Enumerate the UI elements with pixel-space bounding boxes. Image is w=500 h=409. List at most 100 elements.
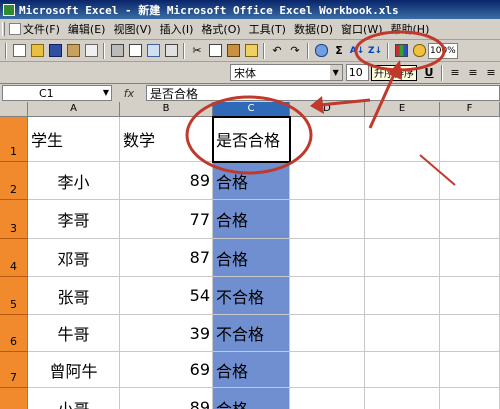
spreadsheet-grid[interactable]: A B C D E F 1 学生 数学 是否合格 2 李小 89 合格 3 李哥 77 合格 4 邓哥 87 合格 5 张哥 5… xyxy=(0,102,500,409)
cell-b5[interactable]: 54 xyxy=(120,277,213,315)
cell-a2[interactable]: 李小 xyxy=(28,162,120,200)
row-header-7[interactable]: 7 xyxy=(0,352,28,388)
menu-help[interactable]: 帮助(H) xyxy=(391,21,430,37)
cell-b4[interactable]: 87 xyxy=(120,239,213,277)
autosum-icon[interactable]: Σ xyxy=(331,43,347,59)
chart-wizard-icon[interactable] xyxy=(393,43,409,59)
sort-ascending-icon[interactable]: A↓ xyxy=(349,43,365,59)
cell-c8[interactable]: 合格 xyxy=(213,388,290,409)
email-icon[interactable] xyxy=(83,43,99,59)
align-center-icon[interactable]: ≡ xyxy=(465,65,481,81)
print-preview-icon[interactable] xyxy=(127,43,143,59)
menu-window[interactable]: 窗口(W) xyxy=(341,21,382,37)
cell-b8[interactable]: 89 xyxy=(120,388,213,409)
cell-f3[interactable] xyxy=(440,200,500,239)
row-header-3[interactable]: 3 xyxy=(0,200,28,239)
cell-d3[interactable] xyxy=(290,200,365,239)
cell-e2[interactable] xyxy=(365,162,440,200)
format-painter-icon[interactable] xyxy=(243,43,259,59)
cell-c1[interactable]: 是否合格 xyxy=(213,117,290,162)
row-header-8[interactable]: 8 xyxy=(0,388,28,409)
column-header-f[interactable]: F xyxy=(440,102,500,117)
row-header-6[interactable]: 6 xyxy=(0,315,28,352)
cell-b7[interactable]: 69 xyxy=(120,352,213,388)
cell-f1[interactable] xyxy=(440,117,500,162)
column-header-d[interactable]: D xyxy=(290,102,365,117)
zoom-box[interactable]: 100% xyxy=(428,42,458,59)
cell-c4[interactable]: 合格 xyxy=(213,239,290,277)
align-left-icon[interactable]: ≡ xyxy=(447,65,463,81)
copy-icon[interactable] xyxy=(207,43,223,59)
cell-d6[interactable] xyxy=(290,315,365,352)
paste-icon[interactable] xyxy=(225,43,241,59)
formula-input[interactable]: 是否合格 xyxy=(146,85,500,101)
cell-d4[interactable] xyxy=(290,239,365,277)
cell-b3[interactable]: 77 xyxy=(120,200,213,239)
menu-edit[interactable]: 编辑(E) xyxy=(68,21,106,37)
document-icon[interactable] xyxy=(9,23,21,35)
spelling-icon[interactable] xyxy=(145,43,161,59)
cell-a8[interactable]: 小哥 xyxy=(28,388,120,409)
cell-a1[interactable]: 学生 xyxy=(28,117,120,162)
cell-a7[interactable]: 曾阿牛 xyxy=(28,352,120,388)
permission-icon[interactable] xyxy=(65,43,81,59)
font-size-box[interactable]: 10 xyxy=(345,64,369,81)
cell-a3[interactable]: 李哥 xyxy=(28,200,120,239)
row-header-2[interactable]: 2 xyxy=(0,162,28,200)
cell-c5[interactable]: 不合格 xyxy=(213,277,290,315)
menu-view[interactable]: 视图(V) xyxy=(113,21,151,37)
menu-format[interactable]: 格式(O) xyxy=(201,21,240,37)
insert-function-icon[interactable]: fx xyxy=(112,87,146,100)
menu-tools[interactable]: 工具(T) xyxy=(249,21,286,37)
cell-f5[interactable] xyxy=(440,277,500,315)
redo-icon[interactable]: ↷ xyxy=(287,43,303,59)
cell-c6[interactable]: 不合格 xyxy=(213,315,290,352)
column-header-a[interactable]: A xyxy=(28,102,120,117)
column-header-e[interactable]: E xyxy=(365,102,440,117)
cell-e1[interactable] xyxy=(365,117,440,162)
cell-d1[interactable] xyxy=(290,117,365,162)
menu-insert[interactable]: 插入(I) xyxy=(160,21,194,37)
cell-b2[interactable]: 89 xyxy=(120,162,213,200)
row-header-5[interactable]: 5 xyxy=(0,277,28,315)
cell-f2[interactable] xyxy=(440,162,500,200)
cell-b1[interactable]: 数学 xyxy=(120,117,213,162)
cell-d7[interactable] xyxy=(290,352,365,388)
research-icon[interactable] xyxy=(163,43,179,59)
cell-c3[interactable]: 合格 xyxy=(213,200,290,239)
cell-a5[interactable]: 张哥 xyxy=(28,277,120,315)
chevron-down-icon[interactable]: ▼ xyxy=(103,86,109,100)
column-header-c[interactable]: C xyxy=(213,102,290,117)
drawing-icon[interactable] xyxy=(411,43,427,59)
cell-c7[interactable]: 合格 xyxy=(213,352,290,388)
cell-f4[interactable] xyxy=(440,239,500,277)
cell-e5[interactable] xyxy=(365,277,440,315)
open-folder-icon[interactable] xyxy=(29,43,45,59)
cell-f7[interactable] xyxy=(440,352,500,388)
cell-b6[interactable]: 39 xyxy=(120,315,213,352)
cell-e4[interactable] xyxy=(365,239,440,277)
cell-d5[interactable] xyxy=(290,277,365,315)
cell-f6[interactable] xyxy=(440,315,500,352)
save-icon[interactable] xyxy=(47,43,63,59)
select-all-corner[interactable] xyxy=(0,102,28,117)
name-box[interactable]: C1 ▼ xyxy=(2,85,112,101)
cell-d2[interactable] xyxy=(290,162,365,200)
underline-button[interactable]: U xyxy=(421,65,437,81)
menu-data[interactable]: 数据(D) xyxy=(294,21,333,37)
row-header-1[interactable]: 1 xyxy=(0,117,28,162)
column-header-b[interactable]: B xyxy=(120,102,213,117)
print-icon[interactable] xyxy=(109,43,125,59)
cell-e7[interactable] xyxy=(365,352,440,388)
undo-icon[interactable]: ↶ xyxy=(269,43,285,59)
cell-a6[interactable]: 牛哥 xyxy=(28,315,120,352)
menu-file[interactable]: 文件(F) xyxy=(23,21,60,37)
font-name-box[interactable]: 宋体 ▼ xyxy=(230,64,343,81)
sort-descending-icon[interactable]: Z↓ xyxy=(367,43,383,59)
cell-e6[interactable] xyxy=(365,315,440,352)
align-right-icon[interactable]: ≡ xyxy=(483,65,499,81)
cell-e8[interactable] xyxy=(365,388,440,409)
row-header-4[interactable]: 4 xyxy=(0,239,28,277)
cell-a4[interactable]: 邓哥 xyxy=(28,239,120,277)
hyperlink-icon[interactable] xyxy=(313,43,329,59)
